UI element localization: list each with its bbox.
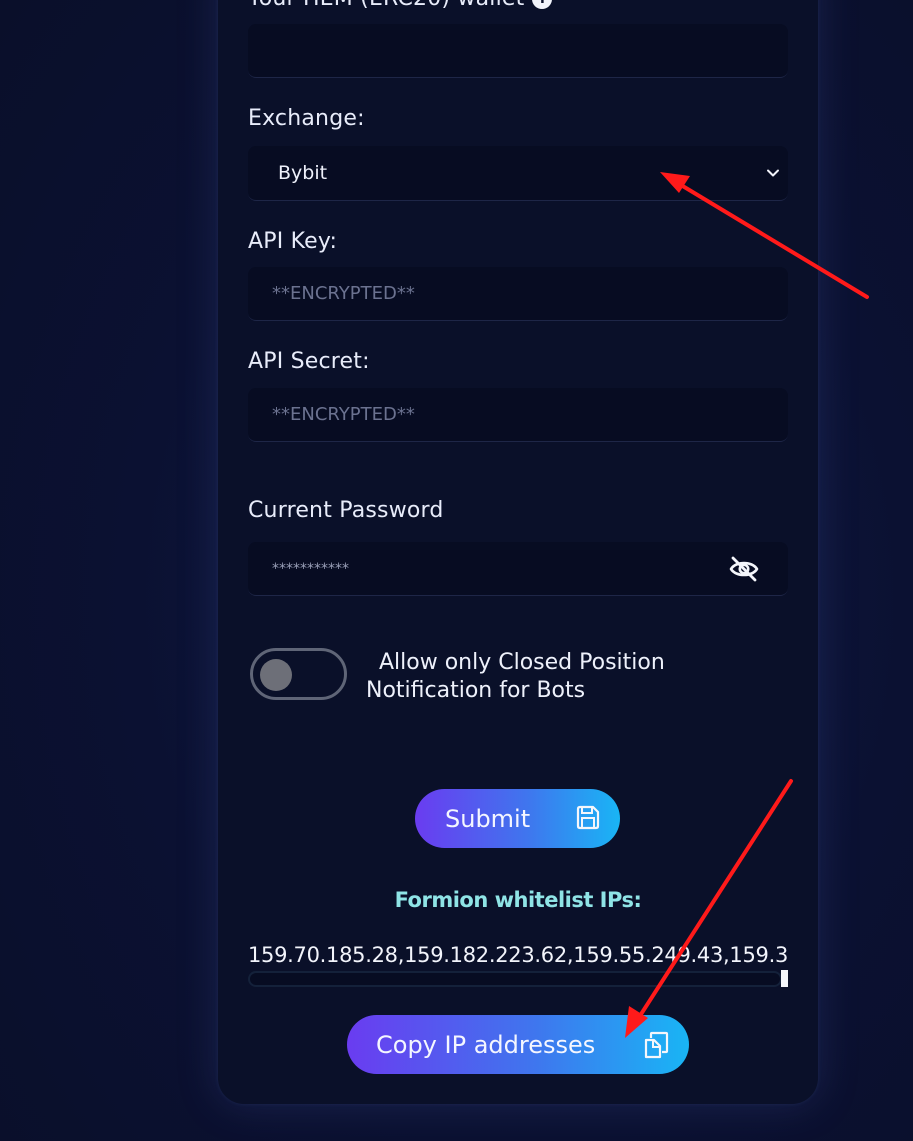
api-key-label-text: API Key: xyxy=(248,229,338,254)
info-icon[interactable]: i xyxy=(532,0,553,9)
exchange-label-text: Exchange: xyxy=(248,106,365,131)
submit-button-label: Submit xyxy=(445,804,531,833)
whitelist-title: Formion whitelist IPs: xyxy=(394,888,642,912)
copy-ip-button[interactable]: Copy IP addresses xyxy=(347,1015,689,1074)
ip-list-scroll-thumb[interactable] xyxy=(781,970,788,987)
api-secret-input[interactable] xyxy=(248,388,788,441)
copy-icon xyxy=(644,1031,669,1059)
save-icon xyxy=(576,805,600,830)
closed-position-toggle[interactable] xyxy=(250,648,347,700)
api-secret-field[interactable] xyxy=(248,388,788,442)
chevron-down-icon xyxy=(767,169,779,177)
ip-list-scrollbar[interactable] xyxy=(248,971,782,987)
toggle-knob xyxy=(260,659,292,691)
ip-list-text: 159.70.185.28,159.182.223.62,159.55.249.… xyxy=(248,943,788,967)
ip-list-scroller[interactable]: 159.70.185.28,159.182.223.62,159.55.249.… xyxy=(248,940,788,990)
api-key-input[interactable] xyxy=(248,267,788,320)
wallet-input[interactable] xyxy=(248,24,788,77)
closed-position-toggle-label: Allow only Closed Position Notification … xyxy=(366,650,665,703)
api-secret-label: API Secret: xyxy=(248,349,370,374)
copy-ip-button-label: Copy IP addresses xyxy=(376,1030,596,1059)
exchange-selected-value: Bybit xyxy=(278,162,328,184)
current-password-field[interactable] xyxy=(248,542,788,596)
current-password-input[interactable] xyxy=(248,542,788,595)
current-password-label: Current Password xyxy=(248,498,444,523)
api-key-label: API Key: xyxy=(248,229,337,254)
api-key-field[interactable] xyxy=(248,267,788,321)
wallet-label: Your HEM (ERC20) wallet i xyxy=(248,0,553,11)
exchange-label: Exchange: xyxy=(248,106,365,131)
wallet-field[interactable] xyxy=(248,24,788,78)
submit-button[interactable]: Submit xyxy=(415,789,620,848)
exchange-select[interactable]: Bybit xyxy=(248,146,788,201)
api-secret-label-text: API Secret: xyxy=(248,349,370,374)
current-password-label-text: Current Password xyxy=(248,498,444,523)
wallet-label-text: Your HEM (ERC20) wallet xyxy=(248,0,524,11)
eye-off-icon[interactable] xyxy=(728,555,760,583)
